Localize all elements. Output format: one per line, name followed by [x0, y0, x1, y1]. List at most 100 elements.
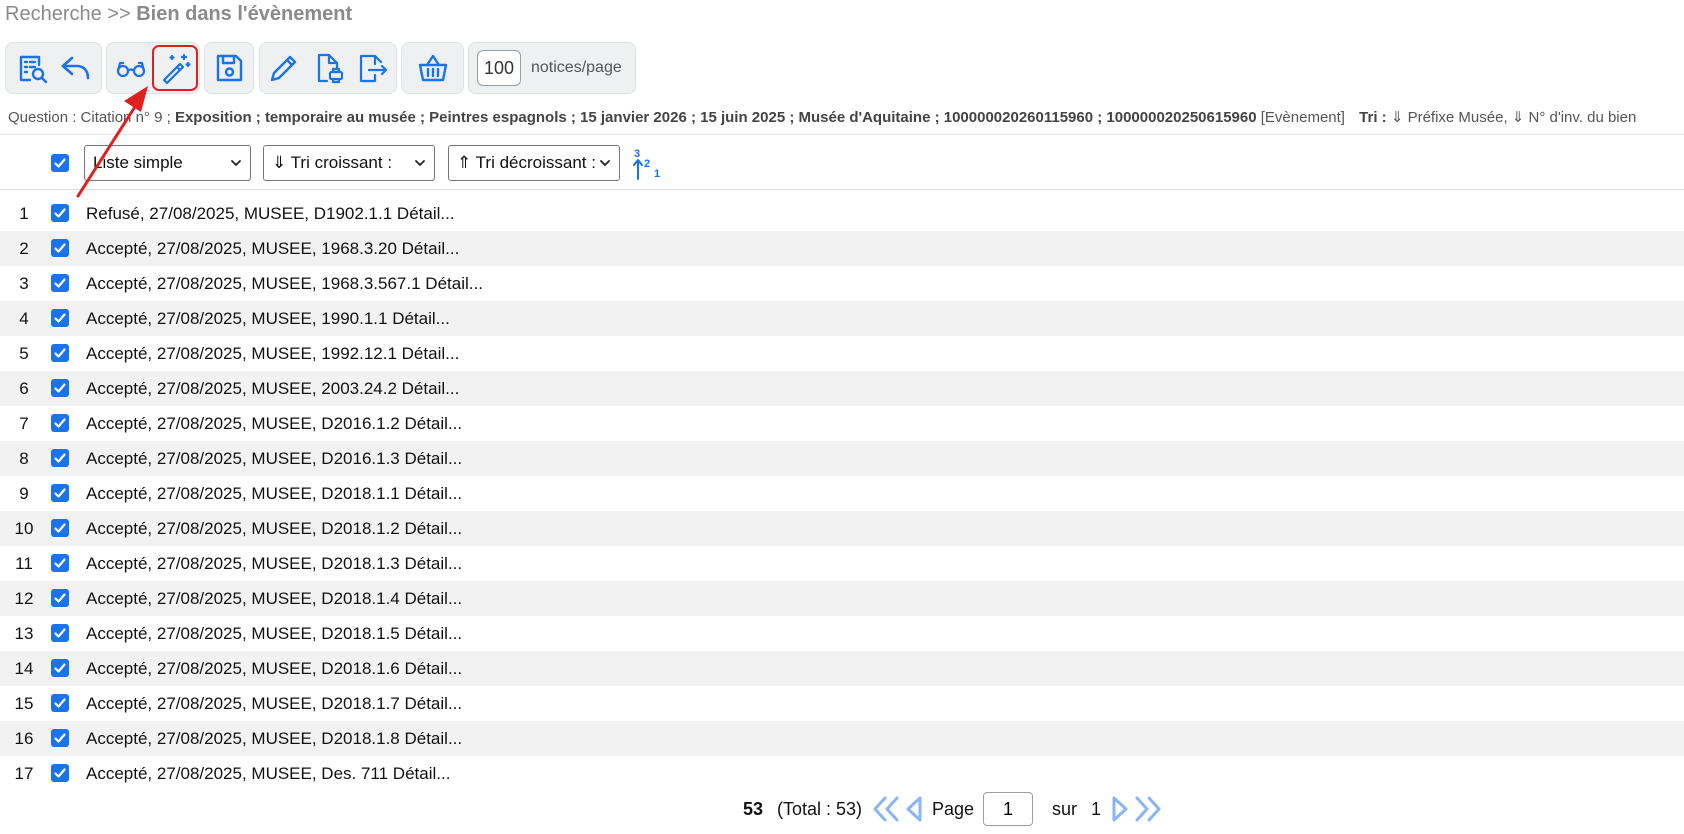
list-item[interactable]: 15 Accepté, 27/08/2025, MUSEE, D2018.1.7 … [0, 686, 1684, 721]
row-checkbox[interactable] [51, 309, 69, 327]
check-icon [54, 593, 66, 603]
row-summary-link[interactable]: Accepté, 27/08/2025, MUSEE, D2016.1.3 Dé… [86, 449, 462, 469]
check-icon [54, 348, 66, 358]
toolbar-group-search [5, 42, 102, 94]
toolbar-group-basket [401, 42, 464, 94]
divider [0, 134, 1684, 135]
row-checkbox[interactable] [51, 344, 69, 362]
basket-button[interactable] [411, 46, 455, 90]
row-summary-link[interactable]: Accepté, 27/08/2025, MUSEE, D2016.1.2 Dé… [86, 414, 462, 434]
row-number: 12 [14, 588, 34, 608]
pagination: 53 (Total : 53) Page sur 1 [0, 792, 1684, 828]
list-item[interactable]: 1 Refusé, 27/08/2025, MUSEE, D1902.1.1 Dé… [0, 196, 1684, 231]
breadcrumb-separator: >> [107, 3, 131, 25]
sort-summary-label: Tri : [1359, 109, 1387, 126]
breadcrumb-current: Bien dans l'évènement [136, 3, 353, 25]
undo-icon [61, 56, 90, 80]
list-item[interactable]: 10 Accepté, 27/08/2025, MUSEE, D2018.1.2 … [0, 511, 1684, 546]
row-summary-link[interactable]: Accepté, 27/08/2025, MUSEE, 1992.12.1 Dé… [86, 344, 459, 364]
list-item[interactable]: 3 Accepté, 27/08/2025, MUSEE, 1968.3.567.… [0, 266, 1684, 301]
row-summary-link[interactable]: Accepté, 27/08/2025, MUSEE, 1990.1.1 Dét… [86, 309, 450, 329]
list-item[interactable]: 4 Accepté, 27/08/2025, MUSEE, 1990.1.1 Dé… [0, 301, 1684, 336]
list-item[interactable]: 16 Accepté, 27/08/2025, MUSEE, D2018.1.8 … [0, 721, 1684, 756]
row-checkbox[interactable] [51, 414, 69, 432]
row-summary-link[interactable]: Accepté, 27/08/2025, MUSEE, D2018.1.1 Dé… [86, 484, 462, 504]
list-search-icon [19, 55, 48, 84]
list-item[interactable]: 13 Accepté, 27/08/2025, MUSEE, D2018.1.5 … [0, 616, 1684, 651]
list-item[interactable]: 8 Accepté, 27/08/2025, MUSEE, D2016.1.3 D… [0, 441, 1684, 476]
page-count: 1 [1091, 799, 1102, 819]
list-search-button[interactable] [10, 46, 54, 90]
row-checkbox[interactable] [51, 239, 69, 257]
undo-button[interactable] [54, 46, 98, 90]
row-checkbox[interactable] [51, 484, 69, 502]
row-checkbox[interactable] [51, 274, 69, 292]
save-icon [216, 54, 243, 82]
list-item[interactable]: 17 Accepté, 27/08/2025, MUSEE, Des. 711 D… [0, 756, 1684, 791]
row-summary-link[interactable]: Accepté, 27/08/2025, MUSEE, 2003.24.2 Dé… [86, 379, 459, 399]
magic-wand-button[interactable] [152, 45, 198, 91]
row-summary-link[interactable]: Accepté, 27/08/2025, MUSEE, D2018.1.4 Dé… [86, 589, 462, 609]
row-checkbox[interactable] [51, 554, 69, 572]
next-page-icon[interactable] [1108, 794, 1132, 824]
row-checkbox[interactable] [51, 519, 69, 537]
chevron-down-icon [415, 160, 425, 167]
page-of-label: sur [1052, 799, 1078, 819]
per-page-input[interactable] [477, 50, 521, 86]
row-summary-link[interactable]: Accepté, 27/08/2025, MUSEE, D2018.1.2 Dé… [86, 519, 462, 539]
glasses-button[interactable] [109, 46, 153, 90]
first-page-icon[interactable] [871, 794, 901, 824]
print-button[interactable] [306, 46, 350, 90]
edit-button[interactable] [262, 46, 306, 90]
row-checkbox[interactable] [51, 659, 69, 677]
sort-descending-select[interactable]: ⇑ Tri décroissant : [448, 145, 620, 181]
row-number: 11 [15, 553, 33, 573]
page-number-input[interactable] [983, 792, 1033, 826]
row-checkbox[interactable] [51, 449, 69, 467]
list-item[interactable]: 6 Accepté, 27/08/2025, MUSEE, 2003.24.2 D… [0, 371, 1684, 406]
row-summary-link[interactable]: Accepté, 27/08/2025, MUSEE, D2018.1.8 Dé… [86, 729, 462, 749]
basket-icon [418, 54, 447, 82]
per-page-label: notices/page [531, 59, 622, 76]
row-checkbox[interactable] [51, 204, 69, 222]
sort-order-icon[interactable]: 3 2 1 [630, 147, 666, 181]
row-number: 8 [19, 448, 29, 468]
row-number: 4 [19, 308, 29, 328]
row-checkbox[interactable] [51, 729, 69, 747]
display-mode-select[interactable]: Liste simple [84, 145, 251, 181]
svg-text:2: 2 [644, 158, 650, 170]
row-checkbox[interactable] [51, 379, 69, 397]
row-summary-link[interactable]: Accepté, 27/08/2025, MUSEE, D2018.1.5 Dé… [86, 624, 462, 644]
list-item[interactable]: 7 Accepté, 27/08/2025, MUSEE, D2016.1.2 D… [0, 406, 1684, 441]
row-checkbox[interactable] [51, 624, 69, 642]
row-summary-link[interactable]: Accepté, 27/08/2025, MUSEE, D2018.1.7 Dé… [86, 694, 462, 714]
sort-ascending-select[interactable]: ⇓ Tri croissant : [263, 145, 435, 181]
list-item[interactable]: 14 Accepté, 27/08/2025, MUSEE, D2018.1.6 … [0, 651, 1684, 686]
pencil-icon [270, 55, 297, 82]
select-all-checkbox[interactable] [51, 154, 69, 172]
row-summary-link[interactable]: Accepté, 27/08/2025, MUSEE, D2018.1.6 Dé… [86, 659, 462, 679]
list-item[interactable]: 12 Accepté, 27/08/2025, MUSEE, D2018.1.4 … [0, 581, 1684, 616]
row-summary-link[interactable]: Refusé, 27/08/2025, MUSEE, D1902.1.1 Dét… [86, 204, 455, 224]
row-checkbox[interactable] [51, 764, 69, 782]
row-number: 2 [19, 238, 29, 258]
list-item[interactable]: 5 Accepté, 27/08/2025, MUSEE, 1992.12.1 D… [0, 336, 1684, 371]
check-icon [54, 383, 66, 393]
list-item[interactable]: 11 Accepté, 27/08/2025, MUSEE, D2018.1.3 … [0, 546, 1684, 581]
row-summary-link[interactable]: Accepté, 27/08/2025, MUSEE, 1968.3.567.1… [86, 274, 483, 294]
previous-page-icon[interactable] [902, 794, 926, 824]
row-checkbox[interactable] [51, 694, 69, 712]
check-icon [54, 313, 66, 323]
list-item[interactable]: 9 Accepté, 27/08/2025, MUSEE, D2018.1.1 D… [0, 476, 1684, 511]
row-number: 16 [14, 728, 34, 748]
row-summary-link[interactable]: Accepté, 27/08/2025, MUSEE, Des. 711 Dét… [86, 764, 450, 784]
row-summary-link[interactable]: Accepté, 27/08/2025, MUSEE, D2018.1.3 Dé… [86, 554, 462, 574]
list-item[interactable]: 2 Accepté, 27/08/2025, MUSEE, 1968.3.20 D… [0, 231, 1684, 266]
breadcrumb-root[interactable]: Recherche [5, 3, 102, 25]
save-button[interactable] [207, 46, 251, 90]
export-button[interactable] [350, 46, 394, 90]
row-checkbox[interactable] [51, 589, 69, 607]
last-page-icon[interactable] [1133, 794, 1163, 824]
list-controls: Liste simple ⇓ Tri croissant : ⇑ Tri déc… [0, 145, 1684, 181]
row-summary-link[interactable]: Accepté, 27/08/2025, MUSEE, 1968.3.20 Dé… [86, 239, 459, 259]
